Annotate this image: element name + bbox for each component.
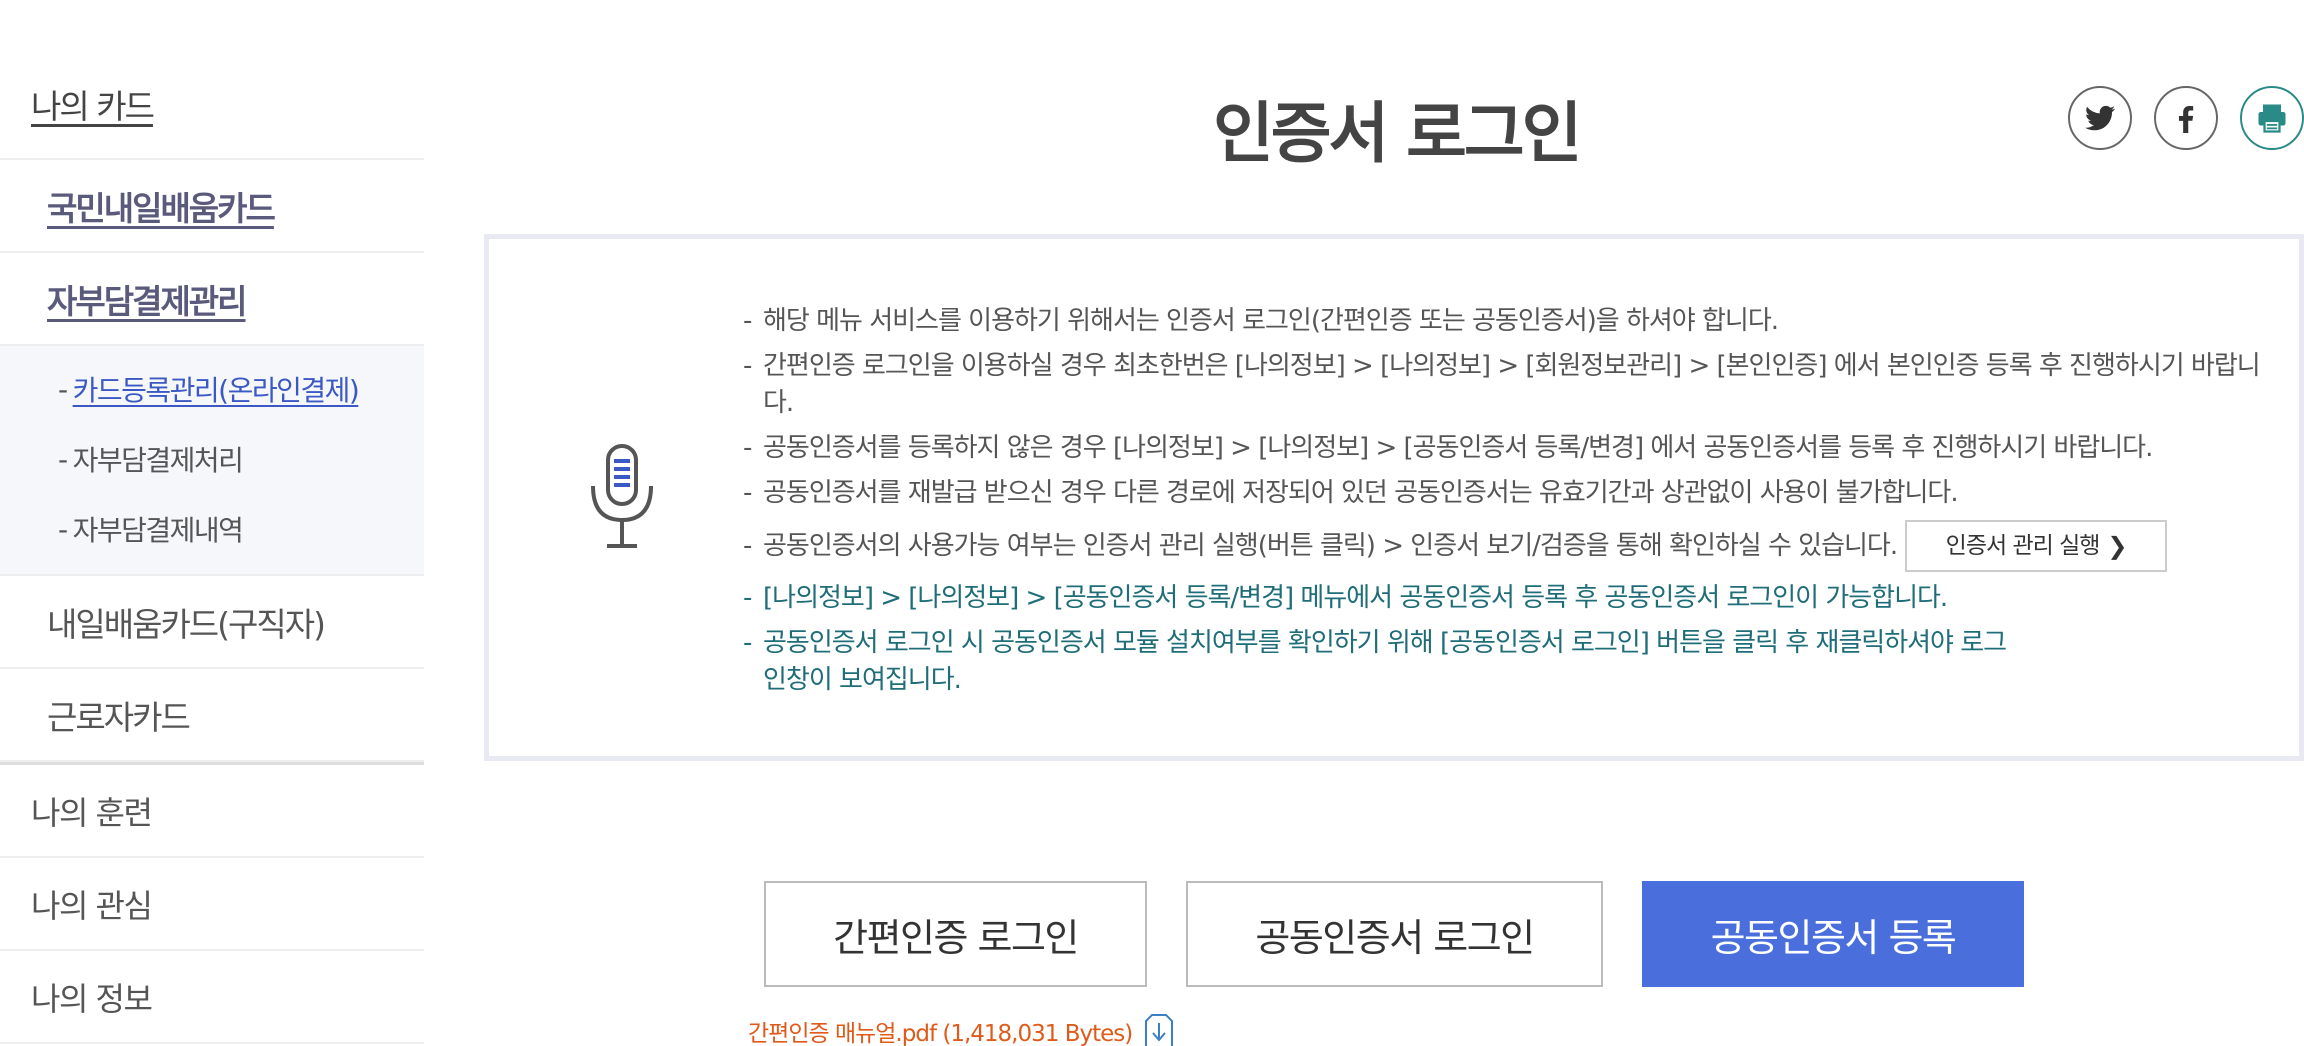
notice-text: 공동인증서의 사용가능 여부는 인증서 관리 실행(버튼 클릭) > 인증서 보… — [763, 530, 1898, 561]
sidebar-item-label: 내일배움카드(구직자) — [47, 604, 326, 644]
sidebar-item-my-info[interactable]: 나의 정보 — [0, 951, 424, 1044]
sidebar-item-label: 자부담결제처리 — [72, 444, 244, 477]
notice-text: [나의정보] > [나의정보] > [공동인증서 등록/변경] 메뉴에서 공동인… — [763, 583, 1948, 613]
sidebar-item-label: 나의 정보 — [31, 979, 153, 1018]
bullet-dash: - — [743, 433, 752, 463]
list-item: - [나의정보] > [나의정보] > [공동인증서 등록/변경] 메뉴에서 공… — [743, 580, 2283, 617]
list-item: - 해당 메뉴 서비스를 이용하기 위해서는 인증서 로그인(간편인증 또는 공… — [743, 303, 2283, 340]
bullet-dash: - — [58, 442, 68, 476]
bullet-dash: - — [58, 512, 68, 546]
notice-box: - 해당 메뉴 서비스를 이용하기 위해서는 인증서 로그인(간편인증 또는 공… — [484, 234, 2304, 761]
sidebar-item-label: 근로자카드 — [47, 697, 191, 737]
bullet-dash: - — [743, 351, 752, 381]
sidebar-item-my-card[interactable]: 나의 카드 — [0, 50, 424, 160]
sidebar-item-jobseeker-card[interactable]: 내일배움카드(구직자) — [0, 576, 424, 669]
sidebar-item-self-payment-history[interactable]: - 자부담결제내역 — [0, 494, 424, 564]
notice-text: 간편인증 로그인을 이용하실 경우 최초한번은 [나의정보] > [나의정보] … — [763, 351, 2261, 418]
sidebar: 나의 카드 국민내일배움카드 자부담결제관리 - 카드등록관리(온라인결제) -… — [0, 50, 424, 1044]
download-icon[interactable] — [1144, 1013, 1174, 1046]
notice-list: - 해당 메뉴 서비스를 이용하기 위해서는 인증서 로그인(간편인증 또는 공… — [743, 303, 2283, 707]
chevron-right-icon: ❯ — [2107, 531, 2127, 560]
bullet-dash: - — [743, 478, 752, 508]
bullet-dash: - — [743, 530, 752, 561]
sidebar-subgroup: - 카드등록관리(온라인결제) - 자부담결제처리 - 자부담결제내역 — [0, 346, 424, 576]
sidebar-item-self-payment[interactable]: 자부담결제관리 — [0, 253, 424, 346]
cert-login-button[interactable]: 공동인증서 로그인 — [1186, 881, 1603, 987]
list-item: - 간편인증 로그인을 이용하실 경우 최초한번은 [나의정보] > [나의정보… — [743, 348, 2283, 422]
sidebar-item-self-payment-process[interactable]: - 자부담결제처리 — [0, 424, 424, 494]
twitter-icon[interactable] — [2068, 86, 2132, 150]
bullet-dash: - — [743, 628, 752, 658]
sidebar-item-label: 카드등록관리(온라인결제) — [72, 374, 360, 407]
list-item: - 공동인증서의 사용가능 여부는 인증서 관리 실행(버튼 클릭) > 인증서… — [743, 520, 2283, 572]
share-toolbar — [2068, 86, 2304, 150]
notice-text: 해당 메뉴 서비스를 이용하기 위해서는 인증서 로그인(간편인증 또는 공동인… — [763, 306, 1779, 336]
sidebar-item-label: 국민내일배움카드 — [47, 188, 276, 228]
cert-manager-label: 인증서 관리 실행 — [1945, 532, 2101, 559]
download-text: 간편인증 매뉴얼.pdf (1,418,031 Bytes) — [748, 1021, 1133, 1046]
print-icon[interactable] — [2240, 86, 2304, 150]
page-title: 인증서 로그인 — [1213, 95, 1582, 172]
simple-login-button[interactable]: 간편인증 로그인 — [764, 881, 1147, 987]
sidebar-item-my-training[interactable]: 나의 훈련 — [0, 765, 424, 858]
sidebar-item-label: 나의 관심 — [31, 886, 153, 925]
notice-text: 공동인증서를 재발급 받으신 경우 다른 경로에 저장되어 있던 공동인증서는 … — [763, 478, 1959, 508]
sidebar-item-card-registration[interactable]: - 카드등록관리(온라인결제) — [0, 354, 424, 424]
manual-download-link[interactable]: 간편인증 매뉴얼.pdf (1,418,031 Bytes) — [748, 1013, 1174, 1046]
sidebar-item-national-card[interactable]: 국민내일배움카드 — [0, 160, 424, 253]
sidebar-item-label: 나의 훈련 — [31, 793, 153, 832]
notice-text: 공동인증서를 등록하지 않은 경우 [나의정보] > [나의정보] > [공동인… — [763, 433, 2153, 463]
sidebar-item-label: 나의 카드 — [31, 87, 155, 126]
microphone-icon — [591, 444, 653, 548]
sidebar-item-worker-card[interactable]: 근로자카드 — [0, 669, 424, 762]
bullet-dash: - — [743, 306, 752, 336]
bullet-dash: - — [58, 372, 68, 406]
list-item: - 공동인증서 로그인 시 공동인증서 모듈 설치여부를 확인하기 위해 [공동… — [743, 625, 2283, 699]
facebook-icon[interactable] — [2154, 86, 2218, 150]
bullet-dash: - — [743, 583, 752, 613]
sidebar-item-my-interest[interactable]: 나의 관심 — [0, 858, 424, 951]
list-item: - 공동인증서를 등록하지 않은 경우 [나의정보] > [나의정보] > [공… — [743, 430, 2283, 467]
notice-text: 공동인증서 로그인 시 공동인증서 모듈 설치여부를 확인하기 위해 [공동인증… — [763, 628, 2007, 695]
list-item: - 공동인증서를 재발급 받으신 경우 다른 경로에 저장되어 있던 공동인증서… — [743, 475, 2283, 512]
sidebar-item-label: 자부담결제내역 — [72, 514, 244, 547]
sidebar-item-label: 자부담결제관리 — [47, 281, 248, 321]
cert-register-button[interactable]: 공동인증서 등록 — [1642, 881, 2024, 987]
cert-manager-button[interactable]: 인증서 관리 실행 ❯ — [1905, 520, 2168, 572]
